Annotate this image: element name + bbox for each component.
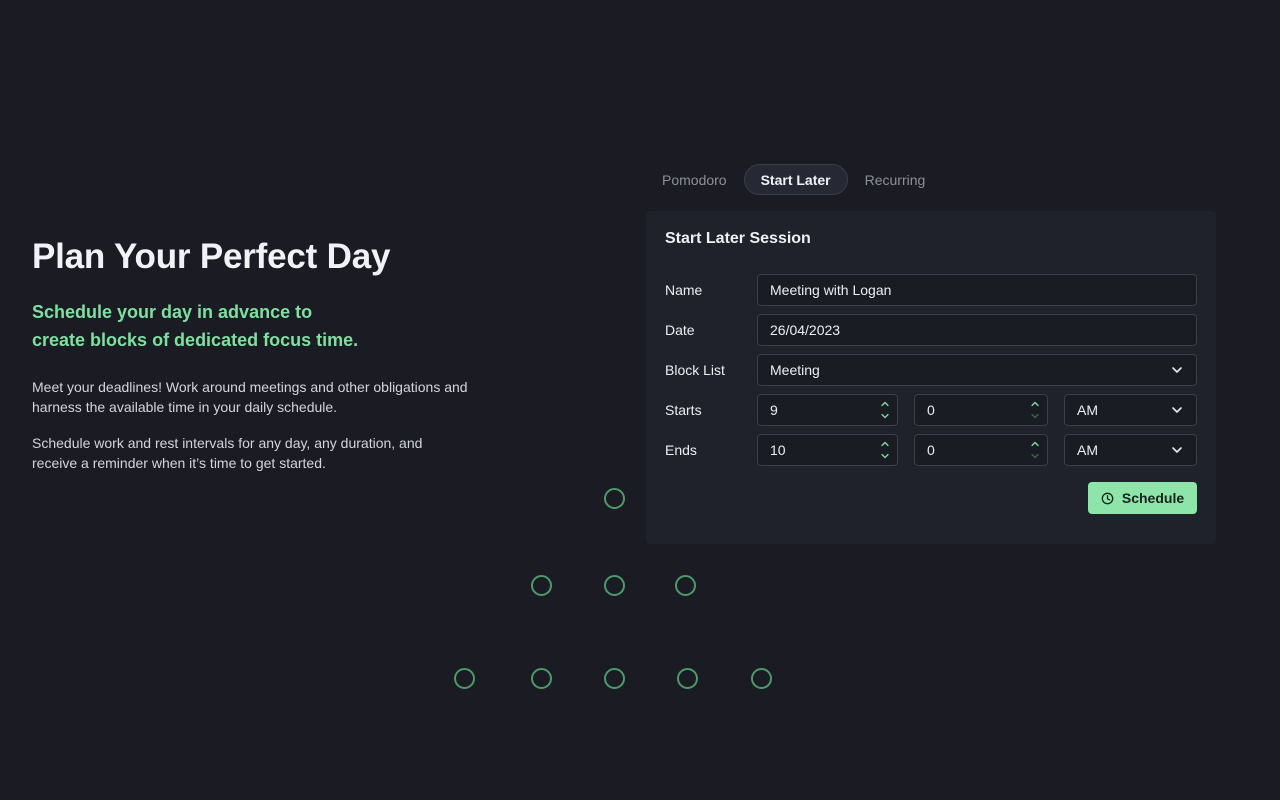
hero-subtitle-line-2: create blocks of dedicated focus time. bbox=[32, 330, 359, 350]
decorative-circle bbox=[604, 668, 625, 689]
starts-label: Starts bbox=[665, 402, 702, 418]
hero-paragraph-2: Schedule work and rest intervals for any… bbox=[32, 435, 423, 471]
hero-subtitle-line-1: Schedule your day in advance to bbox=[32, 302, 313, 322]
tab-pomodoro[interactable]: Pomodoro bbox=[645, 164, 744, 195]
decorative-circle bbox=[604, 488, 625, 509]
block-list-value: Meeting bbox=[770, 362, 820, 378]
date-row: Date bbox=[665, 314, 1197, 346]
starts-minute-input[interactable]: 0 bbox=[914, 394, 1048, 426]
ends-minute-input[interactable]: 0 bbox=[914, 434, 1048, 466]
starts-minute-value: 0 bbox=[927, 402, 935, 418]
ends-minute-value: 0 bbox=[927, 442, 935, 458]
starts-row: Starts 9 0 AM bbox=[665, 394, 1197, 426]
ends-hour-stepper bbox=[873, 435, 897, 465]
ends-hour-input[interactable]: 10 bbox=[757, 434, 898, 466]
clock-icon bbox=[1101, 492, 1114, 504]
decorative-circle bbox=[604, 575, 625, 596]
tab-start-later[interactable]: Start Later bbox=[743, 164, 848, 195]
hero-section: Plan Your Perfect Day Schedule your day … bbox=[32, 236, 502, 473]
chevron-up-icon[interactable] bbox=[879, 398, 891, 410]
session-type-tabs: Pomodoro Start Later Recurring bbox=[645, 164, 942, 195]
starts-period-select[interactable]: AM bbox=[1064, 394, 1197, 426]
name-input[interactable] bbox=[757, 274, 1197, 306]
ends-period-value: AM bbox=[1077, 442, 1098, 458]
page-title: Plan Your Perfect Day bbox=[32, 237, 391, 276]
block-list-label: Block List bbox=[665, 362, 725, 378]
starts-hour-input[interactable]: 9 bbox=[757, 394, 898, 426]
date-label: Date bbox=[665, 322, 695, 338]
chevron-down-icon bbox=[1172, 407, 1182, 413]
tab-recurring[interactable]: Recurring bbox=[848, 164, 943, 195]
ends-label: Ends bbox=[665, 442, 697, 458]
chevron-up-icon[interactable] bbox=[879, 438, 891, 450]
name-label: Name bbox=[665, 282, 703, 298]
block-list-select[interactable]: Meeting bbox=[757, 354, 1197, 386]
date-input[interactable] bbox=[757, 314, 1197, 346]
starts-minute-stepper bbox=[1023, 395, 1047, 425]
chevron-down-icon bbox=[1172, 367, 1182, 373]
hero-subtitle: Schedule your day in advance to create bl… bbox=[32, 298, 392, 354]
chevron-down-icon bbox=[1172, 447, 1182, 453]
decorative-circle bbox=[675, 575, 696, 596]
start-later-card: Start Later Session Name Date Block List… bbox=[646, 211, 1216, 544]
ends-minute-stepper bbox=[1023, 435, 1047, 465]
starts-hour-value: 9 bbox=[770, 402, 778, 418]
decorative-circle bbox=[454, 668, 475, 689]
chevron-down-icon[interactable] bbox=[879, 450, 891, 462]
name-row: Name bbox=[665, 274, 1197, 306]
decorative-circle bbox=[751, 668, 772, 689]
chevron-up-icon[interactable] bbox=[1029, 398, 1041, 410]
schedule-button[interactable]: Schedule bbox=[1088, 482, 1197, 514]
chevron-down-icon[interactable] bbox=[1029, 450, 1041, 462]
schedule-button-label: Schedule bbox=[1121, 490, 1185, 506]
ends-row: Ends 10 0 AM bbox=[665, 434, 1197, 466]
hero-paragraph-1: Meet your deadlines! Work around meeting… bbox=[32, 379, 468, 415]
decorative-circle bbox=[531, 575, 552, 596]
chevron-down-icon[interactable] bbox=[1029, 410, 1041, 422]
starts-period-value: AM bbox=[1077, 402, 1098, 418]
decorative-circle bbox=[531, 668, 552, 689]
chevron-up-icon[interactable] bbox=[1029, 438, 1041, 450]
decorative-circle bbox=[677, 668, 698, 689]
block-list-row: Block List Meeting bbox=[665, 354, 1197, 386]
chevron-down-icon[interactable] bbox=[879, 410, 891, 422]
card-title: Start Later Session bbox=[665, 230, 811, 247]
starts-hour-stepper bbox=[873, 395, 897, 425]
ends-hour-value: 10 bbox=[770, 442, 786, 458]
ends-period-select[interactable]: AM bbox=[1064, 434, 1197, 466]
